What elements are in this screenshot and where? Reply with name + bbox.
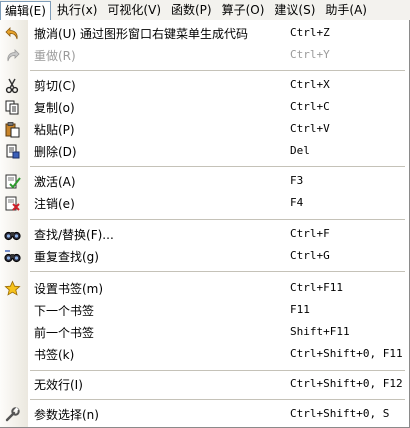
deactivate-icon <box>4 195 21 212</box>
menu-item-shortcut: Ctrl+G <box>290 249 330 262</box>
menubar-item-functions[interactable]: 函数(P) <box>167 1 216 19</box>
menu-item-shortcut: Ctrl+C <box>290 100 330 113</box>
scissors-icon <box>4 77 21 94</box>
menu-item-label: 前一个书签 <box>34 326 95 340</box>
menu-bar: 编辑(E) 执行(x) 可视化(V) 函数(P) 算子(O) 建议(S) 助手(… <box>0 0 410 21</box>
menubar-item-visualize[interactable]: 可视化(V) <box>103 1 165 19</box>
menu-item-shortcut: Ctrl+V <box>290 122 330 135</box>
menu-item-shortcut: Ctrl+Shift+0, S <box>290 407 390 420</box>
menu-item-shortcut: Del <box>290 144 310 157</box>
menu-item-activate[interactable]: 激活(A) F3 <box>0 170 409 192</box>
menu-separator <box>30 399 405 400</box>
menu-separator <box>30 271 405 272</box>
menu-item-redo[interactable]: 重做(R) Ctrl+Y <box>0 44 409 66</box>
menu-item-label: 设置书签(m) <box>34 282 104 296</box>
menu-item-shortcut: Ctrl+Shift+0, F11 <box>290 347 403 360</box>
menu-item-next-bookmark[interactable]: 下一个书签 F11 <box>0 299 409 321</box>
menu-item-label: 删除(D) <box>34 145 77 159</box>
menu-item-label: 无效行(I) <box>34 378 83 392</box>
paste-icon <box>4 121 21 138</box>
menu-item-shortcut: Ctrl+Y <box>290 48 330 61</box>
wrench-icon <box>4 406 21 423</box>
menu-item-shortcut: Ctrl+F11 <box>290 281 343 294</box>
menubar-item-execute[interactable]: 执行(x) <box>53 1 101 19</box>
menu-item-label: 查找/替换(F)... <box>34 228 114 242</box>
binoculars-repeat-icon <box>4 248 21 265</box>
menu-item-set-bookmark[interactable]: 设置书签(m) Ctrl+F11 <box>0 277 409 299</box>
menu-item-label: 激活(A) <box>34 175 76 189</box>
menu-item-shortcut: F4 <box>290 196 304 209</box>
menu-item-deactivate[interactable]: 注销(e) F4 <box>0 192 409 214</box>
menu-item-label: 复制(o) <box>34 101 75 115</box>
menu-item-label: 书签(k) <box>34 348 75 362</box>
delete-icon <box>4 143 21 160</box>
menu-item-shortcut: Ctrl+Shift+0, F12 <box>290 377 403 390</box>
menu-item-shortcut: F11 <box>290 303 310 316</box>
menu-item-undo[interactable]: 撤消(U) 通过图形窗口右键菜单生成代码 Ctrl+Z <box>0 22 409 44</box>
menu-separator <box>30 370 405 371</box>
menu-item-label: 参数选择(n) <box>34 408 99 422</box>
menu-item-previous-bookmark[interactable]: 前一个书签 Shift+F11 <box>0 321 409 343</box>
menu-item-label: 粘贴(P) <box>34 123 75 137</box>
menu-item-shortcut: Shift+F11 <box>290 325 350 338</box>
menubar-item-assistants[interactable]: 助手(A) <box>321 1 371 19</box>
menu-item-shortcut: F3 <box>290 174 304 187</box>
menu-item-label: 重复查找(g) <box>34 250 99 264</box>
menubar-item-suggestions[interactable]: 建议(S) <box>270 1 319 19</box>
menu-item-shortcut: Ctrl+F <box>290 227 330 240</box>
menu-item-shortcut: Ctrl+Z <box>290 26 330 39</box>
menu-item-bookmarks[interactable]: 书签(k) Ctrl+Shift+0, F11 <box>0 343 409 365</box>
star-icon <box>4 280 21 297</box>
menu-item-label: 注销(e) <box>34 197 75 211</box>
menu-item-repeat-find[interactable]: 重复查找(g) Ctrl+G <box>0 245 409 267</box>
menu-separator <box>30 219 405 220</box>
edit-dropdown-menu: 撤消(U) 通过图形窗口右键菜单生成代码 Ctrl+Z 重做(R) Ctrl+Y… <box>0 20 410 428</box>
menu-item-invalid-line[interactable]: 无效行(I) Ctrl+Shift+0, F12 <box>0 373 409 395</box>
menu-item-delete[interactable]: 删除(D) Del <box>0 140 409 162</box>
menu-item-label: 剪切(C) <box>34 79 76 93</box>
menu-item-preferences[interactable]: 参数选择(n) Ctrl+Shift+0, S <box>0 403 409 425</box>
undo-icon <box>4 25 21 42</box>
menubar-item-operators[interactable]: 算子(O) <box>218 1 269 19</box>
copy-icon <box>4 99 21 116</box>
menubar-item-edit[interactable]: 编辑(E) <box>0 0 51 21</box>
menu-item-paste[interactable]: 粘贴(P) Ctrl+V <box>0 118 409 140</box>
activate-icon <box>4 173 21 190</box>
menu-item-copy[interactable]: 复制(o) Ctrl+C <box>0 96 409 118</box>
menu-item-shortcut: Ctrl+X <box>290 78 330 91</box>
menu-item-find-replace[interactable]: 查找/替换(F)... Ctrl+F <box>0 223 409 245</box>
menu-separator <box>30 70 405 71</box>
menu-separator <box>30 166 405 167</box>
menu-item-label: 下一个书签 <box>34 304 95 318</box>
redo-icon <box>4 47 21 64</box>
menu-item-label: 撤消(U) 通过图形窗口右键菜单生成代码 <box>34 27 248 41</box>
binoculars-icon <box>4 226 21 243</box>
menu-item-label: 重做(R) <box>34 49 76 63</box>
menu-item-cut[interactable]: 剪切(C) Ctrl+X <box>0 74 409 96</box>
